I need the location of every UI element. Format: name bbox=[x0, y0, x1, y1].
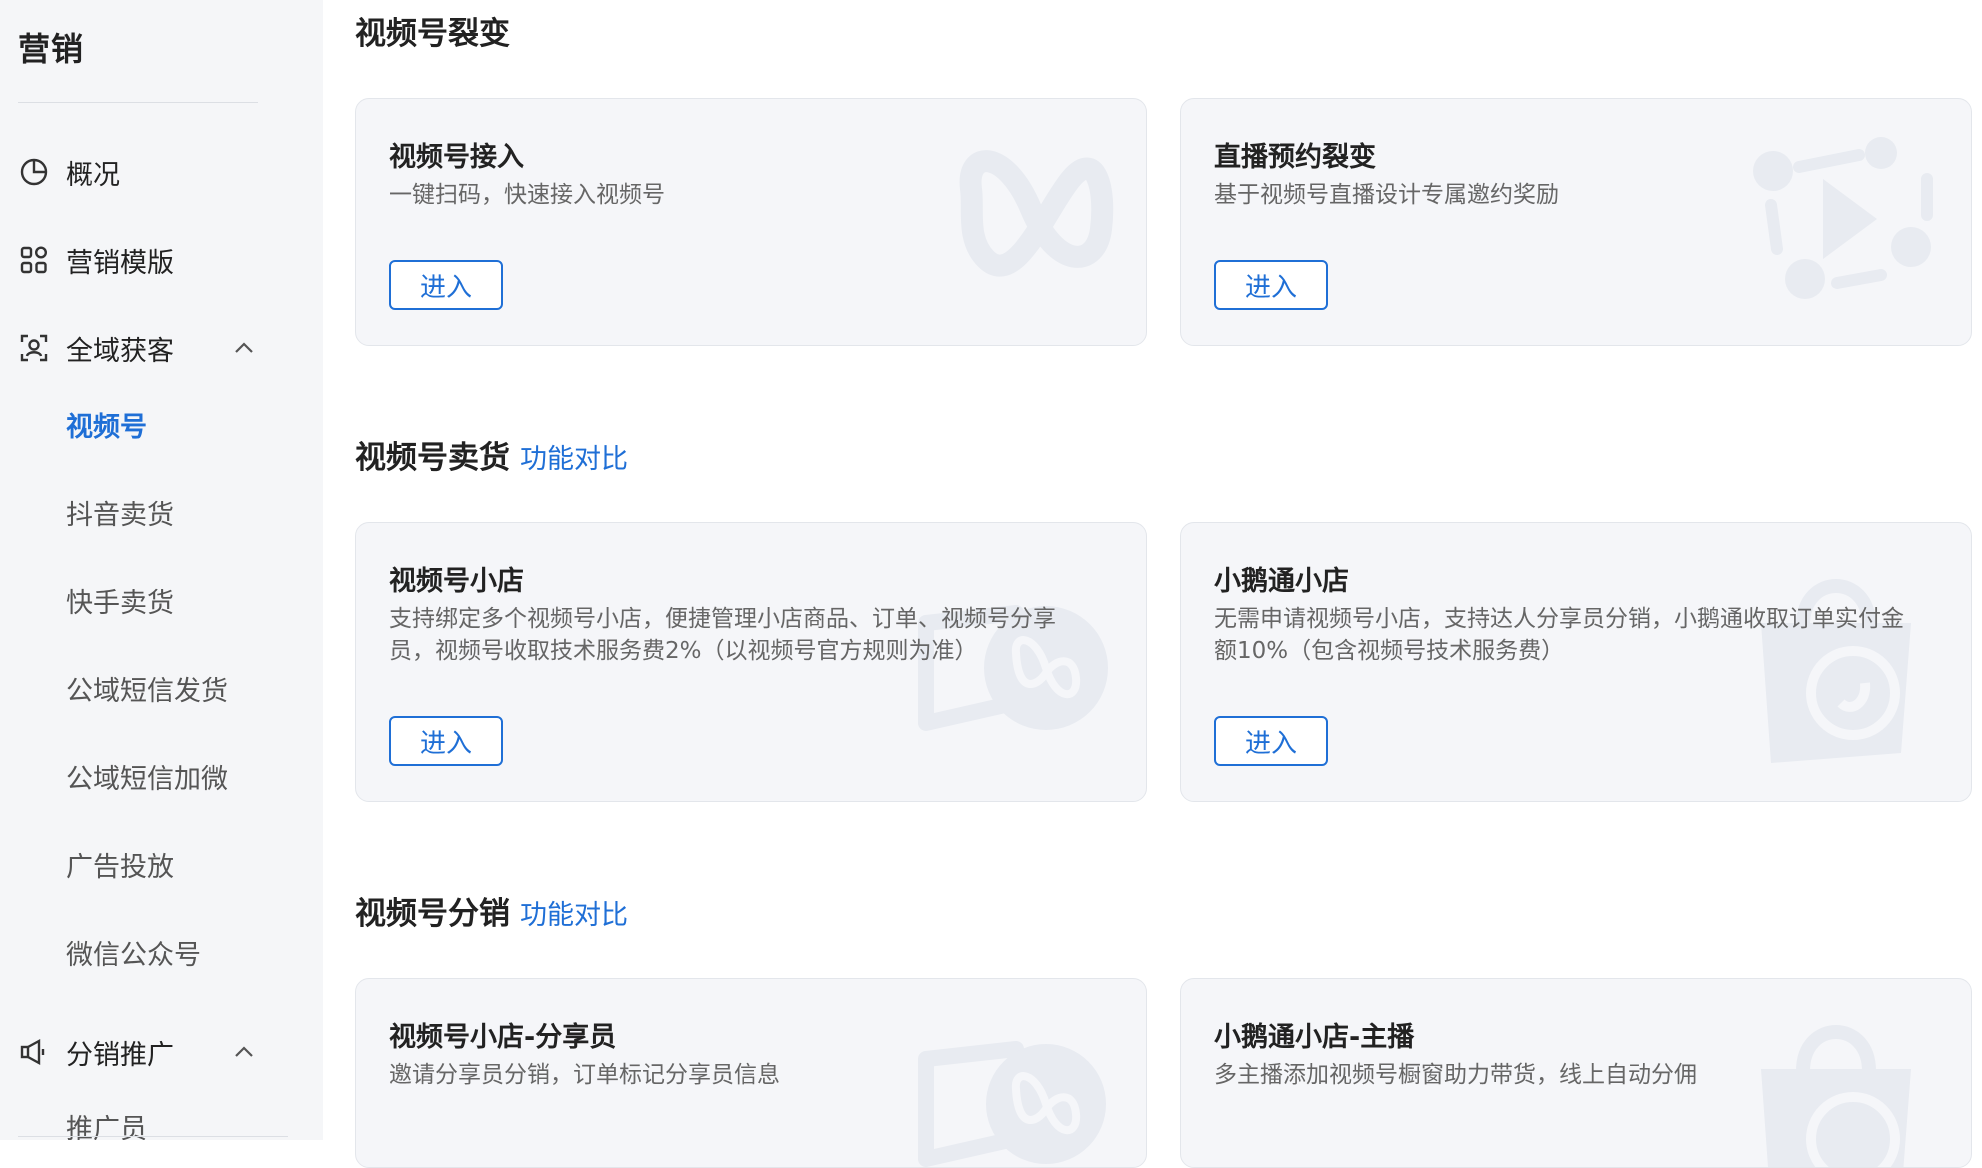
main-content: 视频号裂变 视频号接入 一键扫码，快速接入视频号 进入 直播预约裂变 基于视频号… bbox=[323, 0, 1982, 1168]
card-title: 小鹅通小店 bbox=[1214, 566, 1349, 597]
section-title-text: 视频号分销 bbox=[355, 896, 510, 932]
sidebar-divider bbox=[18, 1136, 288, 1137]
sidebar-item-label: 营销模版 bbox=[66, 247, 174, 279]
enter-button[interactable]: 进入 bbox=[389, 260, 503, 310]
sidebar-item-overview[interactable]: 概况 bbox=[18, 150, 120, 194]
sidebar-sub-douyin[interactable]: 抖音卖货 bbox=[66, 490, 174, 534]
feature-compare-link[interactable]: 功能对比 bbox=[520, 893, 628, 932]
card-title: 小鹅通小店-主播 bbox=[1214, 1022, 1415, 1053]
sidebar-sub-official-account[interactable]: 微信公众号 bbox=[66, 930, 201, 974]
sidebar-sub-sms-delivery[interactable]: 公域短信发货 bbox=[66, 666, 228, 710]
card-description: 邀请分享员分销，订单标记分享员信息 bbox=[389, 1062, 780, 1088]
sidebar-sub-channels[interactable]: 视频号 bbox=[66, 402, 147, 446]
card-description: 一键扫码，快速接入视频号 bbox=[389, 182, 665, 208]
megaphone-icon bbox=[18, 1036, 50, 1068]
sidebar-sub-promoter[interactable]: 推广员 bbox=[66, 1104, 147, 1141]
grid-icon bbox=[18, 244, 50, 276]
sidebar-item-label: 全域获客 bbox=[66, 335, 174, 367]
live-share-icon bbox=[1753, 137, 1933, 299]
feature-compare-link[interactable]: 功能对比 bbox=[520, 437, 628, 476]
card-live-reservation: 直播预约裂变 基于视频号直播设计专属邀约奖励 进入 bbox=[1180, 98, 1972, 346]
sidebar-sub-sms-wechat[interactable]: 公域短信加微 bbox=[66, 754, 228, 798]
card-description: 无需申请视频号小店，支持达人分享员分销，小鹅通收取订单实付金额10%（包含视频号… bbox=[1214, 606, 1904, 664]
card-title: 视频号小店 bbox=[389, 566, 524, 597]
chevron-up-icon[interactable] bbox=[228, 1036, 260, 1068]
sidebar-item-label: 概况 bbox=[66, 159, 120, 191]
section-title: 视频号卖货 功能对比 bbox=[355, 432, 628, 477]
enter-button[interactable]: 进入 bbox=[1214, 260, 1328, 310]
section-title: 视频号裂变 bbox=[355, 8, 510, 53]
sidebar: 营销 概况 营销模版 全域获客 视频号 抖音卖货 快手卖货 公域短信发货 公域短… bbox=[0, 0, 323, 1140]
enter-button[interactable]: 进入 bbox=[1214, 716, 1328, 766]
sidebar-title: 营销 bbox=[18, 30, 85, 68]
card-title: 视频号小店-分享员 bbox=[389, 1022, 617, 1053]
sidebar-item-label: 分销推广 bbox=[66, 1039, 174, 1071]
channels-logo-icon bbox=[959, 150, 1114, 277]
card-title: 直播预约裂变 bbox=[1214, 142, 1376, 173]
sidebar-item-distribution[interactable]: 分销推广 bbox=[18, 1030, 258, 1074]
card-channels-shop: 视频号小店 支持绑定多个视频号小店，便捷管理小店商品、订单、视频号分享员，视频号… bbox=[355, 522, 1147, 802]
section-title-text: 视频号裂变 bbox=[355, 16, 510, 52]
pie-chart-icon bbox=[18, 156, 50, 188]
enter-button[interactable]: 进入 bbox=[389, 716, 503, 766]
card-channels-access: 视频号接入 一键扫码，快速接入视频号 进入 bbox=[355, 98, 1147, 346]
card-description: 支持绑定多个视频号小店，便捷管理小店商品、订单、视频号分享员，视频号收取技术服务… bbox=[389, 606, 1056, 664]
shopping-bag-icon bbox=[1761, 579, 1911, 763]
chevron-up-icon[interactable] bbox=[228, 332, 260, 364]
section-title-text: 视频号卖货 bbox=[355, 440, 510, 476]
channels-shop-icon bbox=[918, 605, 1108, 731]
sidebar-item-templates[interactable]: 营销模版 bbox=[18, 238, 174, 282]
sidebar-sub-kuaishou[interactable]: 快手卖货 bbox=[66, 578, 174, 622]
sidebar-item-acquisition[interactable]: 全域获客 bbox=[18, 326, 258, 370]
card-description: 多主播添加视频号橱窗助力带货，线上自动分佣 bbox=[1214, 1062, 1697, 1088]
section-title: 视频号分销 功能对比 bbox=[355, 888, 628, 933]
card-xiaoetong-shop: 小鹅通小店 无需申请视频号小店，支持达人分享员分销，小鹅通收取订单实付金额10%… bbox=[1180, 522, 1972, 802]
card-description: 基于视频号直播设计专属邀约奖励 bbox=[1214, 182, 1559, 208]
card-title: 视频号接入 bbox=[389, 142, 524, 173]
user-scan-icon bbox=[18, 332, 50, 364]
sidebar-sub-ads[interactable]: 广告投放 bbox=[66, 842, 174, 886]
sidebar-divider bbox=[18, 102, 258, 103]
